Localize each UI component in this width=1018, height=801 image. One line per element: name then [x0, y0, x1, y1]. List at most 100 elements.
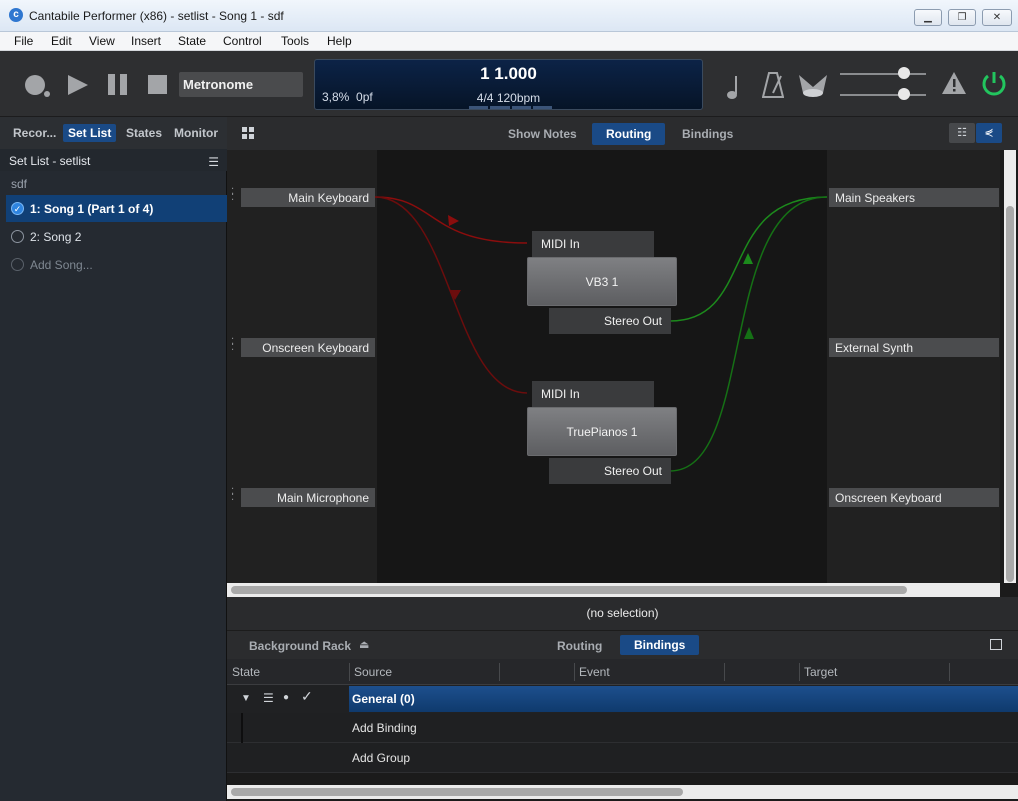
tab-set-list[interactable]: Set List	[63, 124, 117, 142]
metronome-field[interactable]: Metronome	[179, 72, 303, 97]
menu-state[interactable]: State	[178, 34, 206, 48]
pause-icon[interactable]	[107, 74, 129, 96]
song-item[interactable]: 2: Song 2	[6, 223, 227, 250]
column-state[interactable]: State	[232, 665, 260, 679]
tab-monitor[interactable]: Monitor	[174, 126, 218, 140]
share-icon: ⋞	[984, 127, 994, 139]
column-event[interactable]: Event	[579, 665, 610, 679]
restore-icon: ❐	[957, 12, 967, 23]
minimize-button[interactable]: ▁	[914, 9, 942, 26]
routing-canvas[interactable]: ⁚ ⁚ Main Keyboard ⁚ ⁚ Onscreen Keyboard ⁚ ⁚…	[227, 150, 1000, 583]
tab-bindings[interactable]: Bindings	[682, 127, 733, 141]
input-port-main-microphone[interactable]: Main Microphone	[241, 488, 375, 507]
input-port-onscreen-keyboard[interactable]: Onscreen Keyboard	[241, 338, 375, 357]
master-level-slider[interactable]	[840, 67, 926, 79]
input-port-main-keyboard[interactable]: Main Keyboard	[241, 188, 375, 207]
binding-group-row[interactable]: ▼ ☰ ● ✓ General (0)	[227, 685, 1018, 713]
tab-lower-routing[interactable]: Routing	[557, 639, 602, 653]
main-tabs: Show Notes Routing Bindings ☷ ⋞	[227, 117, 1018, 150]
beat-indicator	[469, 106, 552, 109]
routing-view-button[interactable]: ⋞	[976, 123, 1002, 143]
plugin-stereo-out[interactable]: Stereo Out	[549, 308, 671, 334]
plugin-midi-in[interactable]: MIDI In	[532, 231, 654, 257]
led-icon: ●	[283, 692, 290, 703]
plugin-vb3[interactable]: VB3 1	[527, 257, 677, 306]
song-item[interactable]: ✓ 1: Song 1 (Part 1 of 4)	[6, 195, 227, 222]
bindings-horizontal-scrollbar[interactable]	[227, 785, 1018, 799]
audio-arrow	[744, 327, 754, 339]
menu-view[interactable]: View	[89, 34, 115, 48]
tab-show-notes[interactable]: Show Notes	[508, 127, 577, 141]
column-target[interactable]: Target	[804, 665, 837, 679]
minimize-icon: ▁	[924, 12, 932, 23]
add-song-label: Add Song...	[30, 258, 93, 272]
restore-button[interactable]: ❐	[948, 9, 976, 26]
menu-edit[interactable]: Edit	[51, 34, 72, 48]
input-level-slider[interactable]	[840, 88, 926, 100]
maximize-icon[interactable]	[990, 639, 1002, 650]
menu-file[interactable]: File	[14, 34, 33, 48]
menu-help[interactable]: Help	[327, 34, 352, 48]
power-icon[interactable]	[980, 69, 1008, 97]
output-port-main-speakers[interactable]: Main Speakers	[829, 188, 999, 207]
plugin-truepianos[interactable]: TruePianos 1	[527, 407, 677, 456]
routing-connections	[374, 196, 828, 472]
grid-icon[interactable]	[242, 127, 254, 139]
column-source[interactable]: Source	[354, 665, 392, 679]
tab-routing[interactable]: Routing	[592, 123, 666, 145]
add-binding-row[interactable]: Add Binding	[227, 713, 1018, 743]
menu-insert[interactable]: Insert	[131, 34, 161, 48]
tab-lower-bindings[interactable]: Bindings	[620, 635, 700, 655]
tab-recordings[interactable]: Recor...	[13, 126, 56, 140]
menu-icon[interactable]: ☰	[208, 155, 219, 169]
song-label: 1: Song 1 (Part 1 of 4)	[30, 202, 154, 216]
bindings-header: State Source Event Target	[227, 659, 1018, 685]
time-sig-tempo: 4/4 120bpm	[476, 91, 541, 105]
menu-control[interactable]: Control	[223, 34, 262, 48]
lower-tabs: Background Rack ⏏ Routing Bindings	[227, 630, 1018, 659]
output-port-external-synth[interactable]: External Synth	[829, 338, 999, 357]
drag-handle-icon[interactable]: ⁚ ⁚	[231, 188, 234, 203]
transport-bar: Metronome 1 1.000 3,8% 0pf 4/4 120bpm	[0, 51, 1018, 117]
drag-handle-icon[interactable]: ⁚ ⁚	[231, 488, 234, 503]
left-panel: Recor... Set List States Monitor Set Lis…	[0, 117, 227, 801]
record-icon[interactable]	[22, 73, 52, 101]
main-area: Show Notes Routing Bindings ☷ ⋞ ⁚ ⁚ Main …	[227, 117, 1018, 801]
window-title: Cantabile Performer (x86) - setlist - So…	[29, 9, 284, 23]
sound-on-icon[interactable]	[799, 73, 827, 97]
eject-icon[interactable]: ⏏	[359, 638, 369, 651]
circle-icon[interactable]	[11, 230, 24, 243]
add-song-item[interactable]: Add Song...	[6, 251, 227, 278]
group-name[interactable]: General (0)	[349, 686, 1018, 712]
warning-icon[interactable]	[941, 71, 967, 95]
checked-icon[interactable]: ✓	[11, 202, 24, 215]
tab-states[interactable]: States	[126, 126, 162, 140]
midi-arrow	[448, 215, 459, 226]
output-port-onscreen-keyboard[interactable]: Onscreen Keyboard	[829, 488, 999, 507]
title-bar: c Cantabile Performer (x86) - setlist - …	[0, 0, 1018, 32]
audio-arrow	[743, 253, 753, 264]
routing-vertical-scrollbar[interactable]	[1004, 150, 1016, 583]
list-icon[interactable]: ☰	[263, 691, 274, 705]
selection-status: (no selection)	[227, 597, 1018, 630]
menu-tools[interactable]: Tools	[281, 34, 309, 48]
add-group-row[interactable]: Add Group	[227, 743, 1018, 773]
list-view-button[interactable]: ☷	[949, 123, 975, 143]
plugin-midi-in[interactable]: MIDI In	[532, 381, 654, 407]
collapse-icon[interactable]: ▼	[241, 693, 251, 704]
stop-icon[interactable]	[148, 75, 168, 95]
add-group-label: Add Group	[352, 751, 411, 765]
add-binding-label: Add Binding	[352, 721, 417, 735]
play-icon[interactable]	[66, 73, 90, 97]
routing-horizontal-scrollbar[interactable]	[227, 583, 1000, 597]
enabled-check-icon[interactable]: ✓	[301, 688, 313, 705]
plugin-stereo-out[interactable]: Stereo Out	[549, 458, 671, 484]
close-icon: ✕	[992, 12, 1002, 23]
midi-route-truepianos	[374, 196, 528, 394]
drag-handle-icon[interactable]: ⁚ ⁚	[231, 338, 234, 353]
close-button[interactable]: ✕	[982, 9, 1012, 26]
position-display[interactable]: 1 1.000 3,8% 0pf 4/4 120bpm	[314, 59, 703, 110]
note-icon[interactable]	[726, 74, 740, 100]
background-rack-label[interactable]: Background Rack	[249, 639, 351, 653]
metronome-icon[interactable]	[762, 71, 784, 99]
